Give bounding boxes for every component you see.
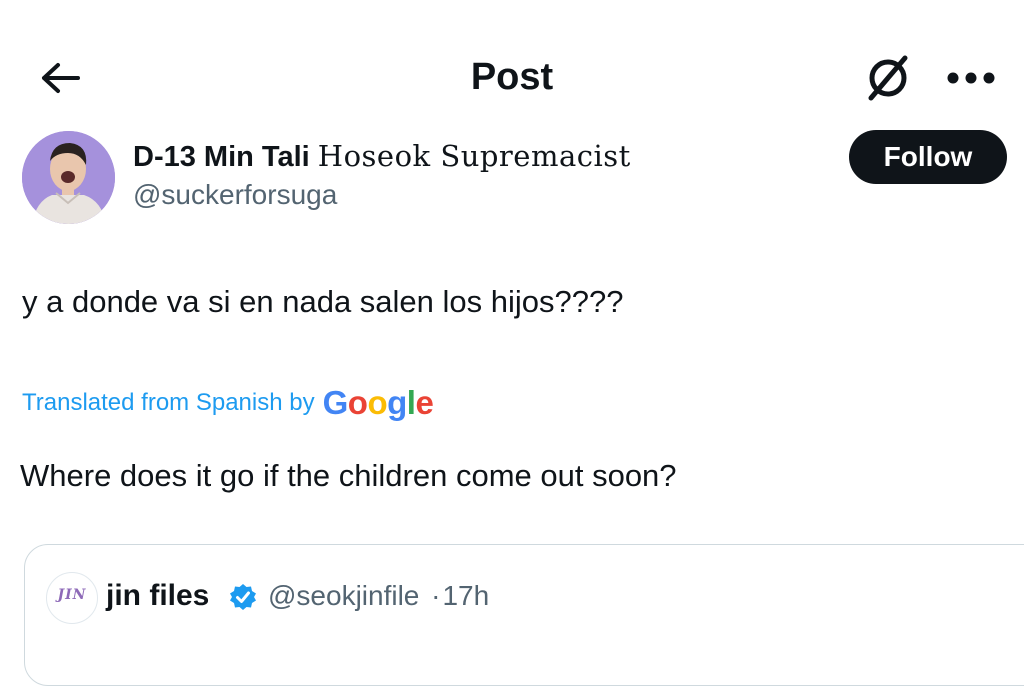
translated-label: Translated from Spanish by — [22, 389, 315, 416]
quoted-avatar[interactable]: JIN — [46, 572, 98, 624]
google-logo: Google — [323, 383, 434, 423]
post-text: y a donde va si en nada salen los hijos?… — [22, 284, 624, 319]
top-bar: Post — [0, 0, 1024, 150]
quoted-time: 17h — [442, 580, 490, 611]
verified-badge-icon — [230, 584, 256, 610]
google-logo-letter: e — [415, 384, 434, 421]
google-logo-letter: g — [387, 384, 407, 421]
more-options-button[interactable] — [940, 56, 1002, 100]
google-logo-letter: o — [367, 384, 388, 421]
author-display-name[interactable]: D-13 Min Tali Hoseok Supremacist — [133, 138, 631, 175]
author-handle[interactable]: @suckerforsuga — [133, 177, 337, 213]
more-horizontal-icon — [947, 72, 995, 84]
quoted-handle: @seokjinfile — [268, 580, 420, 611]
display-name-primary: D-13 Min Tali — [133, 141, 310, 173]
translation-attribution[interactable]: Translated from Spanish by Google — [22, 383, 434, 423]
grok-button[interactable] — [858, 48, 918, 108]
translated-text: Where does it go if the children come ou… — [20, 458, 677, 493]
quoted-display-name: jin files — [106, 579, 210, 612]
quoted-meta: @seokjinfile ·17h — [268, 576, 489, 616]
meta-separator: · — [431, 580, 441, 611]
follow-button[interactable]: Follow — [849, 130, 1007, 184]
google-logo-letter: G — [322, 384, 349, 421]
grok-icon — [868, 55, 908, 101]
author-avatar[interactable] — [22, 131, 115, 224]
avatar-image — [22, 131, 115, 224]
google-logo-letter: o — [347, 384, 368, 421]
display-name-secondary: Hoseok Supremacist — [317, 139, 631, 173]
